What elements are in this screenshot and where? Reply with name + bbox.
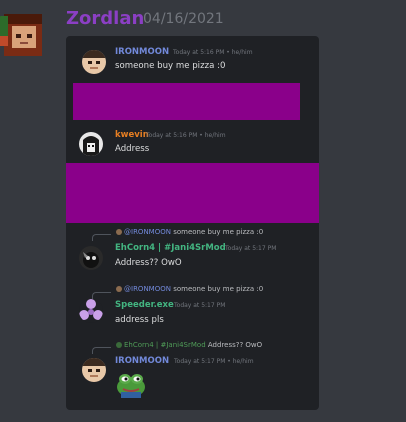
zordlan-username[interactable]: Zordlan (66, 8, 144, 29)
reply-user: EhCorn4 (124, 341, 154, 349)
reply-connector (92, 234, 111, 241)
pepe-frog-sticker[interactable] (115, 370, 147, 398)
zordlan-avatar[interactable] (0, 12, 46, 58)
reply-preview[interactable]: @IRONMOON someone buy me pizza :0 (116, 285, 263, 293)
ehcorn-avatar[interactable] (79, 246, 103, 270)
reply-avatar-icon (116, 286, 122, 292)
reply-avatar-icon (116, 229, 122, 235)
message-username[interactable]: EhCorn4 | #Jani4SrMod (115, 243, 226, 253)
message-username[interactable]: IRONMOON (115, 356, 169, 366)
ironmoon-avatar[interactable] (82, 358, 106, 382)
message-text: address pls (115, 315, 164, 325)
message-timestamp: Today at 5:16 PM • he/him (146, 132, 226, 139)
reply-text: someone buy me pizza :0 (173, 228, 264, 236)
message-timestamp: Today at 5:17 PM • he/him (174, 358, 254, 365)
screenshot-panel: IRONMOON Today at 5:16 PM • he/him someo… (66, 36, 319, 410)
reply-connector (92, 292, 111, 299)
reply-text: Address?? OwO (207, 341, 263, 349)
reply-mention: @IRONMOON (124, 285, 171, 293)
message-text: Address (115, 144, 150, 154)
reply-mention: @IRONMOON (124, 228, 171, 236)
redacted-block (73, 83, 300, 120)
reply-connector (92, 347, 111, 354)
message-text: Address?? OwO (115, 258, 182, 268)
reply-preview[interactable]: @IRONMOON someone buy me pizza :0 (116, 228, 263, 236)
message-username[interactable]: kwevin (115, 130, 149, 140)
reply-mention: #Jani4SrMod (160, 341, 206, 349)
message-text: someone buy me pizza :0 (115, 61, 226, 71)
redacted-block (66, 163, 319, 223)
reply-text: someone buy me pizza :0 (173, 285, 264, 293)
message-username[interactable]: Speeder.exe (115, 300, 174, 310)
message-timestamp: Today at 5:17 PM (225, 245, 277, 252)
reply-avatar-icon (116, 342, 122, 348)
speeder-avatar[interactable] (79, 299, 103, 323)
reply-preview[interactable]: EhCorn4 | #Jani4SrMod Address?? OwO (116, 341, 262, 349)
ironmoon-avatar[interactable] (82, 50, 106, 74)
post-date: 04/16/2021 (143, 11, 224, 27)
kwevin-avatar[interactable] (79, 132, 103, 156)
message-username[interactable]: IRONMOON (115, 47, 169, 57)
message-timestamp: Today at 5:17 PM (174, 302, 226, 309)
message-timestamp: Today at 5:16 PM • he/him (173, 49, 253, 56)
